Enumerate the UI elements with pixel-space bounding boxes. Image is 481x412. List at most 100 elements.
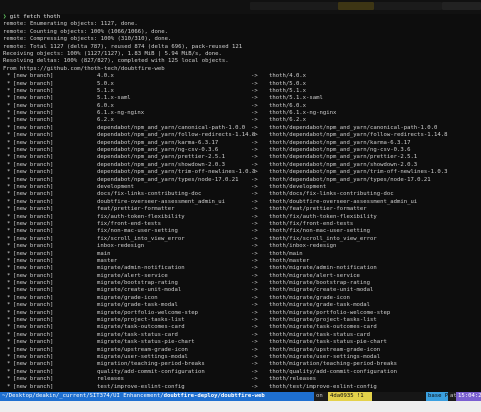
ref-kind: [new branch] [13, 220, 54, 227]
ref-source: fix/scroll_into_view_error [97, 235, 185, 242]
top-tab[interactable] [442, 2, 481, 10]
ref-destination: thoth/migrate/upstream-grade-icon [269, 346, 381, 353]
ref-star: * [7, 376, 11, 383]
ref-destination: thoth/fix/auth-token-flexibility [269, 213, 377, 220]
prompt-symbol: ❯ [3, 14, 7, 20]
ref-kind: [new branch] [13, 361, 54, 368]
ref-kind: [new branch] [13, 339, 54, 346]
ref-kind: [new branch] [13, 294, 54, 301]
ref-row: * [new branch] 4.0.x -> thoth/4.0.x [3, 73, 479, 80]
ref-destination: thoth/migration/teaching-period-breaks [269, 361, 397, 368]
ref-row: * [new branch] migrate/grade-task-modal -> t… [3, 302, 479, 309]
ref-row: * [new branch] quality/add-commit-configur… [3, 369, 479, 376]
ref-source: fix/front-end-tests [97, 220, 161, 227]
ref-source: doubtfire-overseer-assessment_admin_ui [97, 198, 225, 205]
ref-kind: [new branch] [13, 191, 54, 198]
ref-source: migrate/alert-service [97, 272, 168, 279]
ref-star: * [7, 206, 11, 213]
ref-destination: thoth/migrate/portfolio-welcome-step [269, 309, 391, 316]
ref-star: * [7, 317, 11, 324]
output-line: remote: Total 1127 (delta 787), reused 8… [3, 43, 243, 50]
ref-destination: thoth/migrate/create-unit-modal [269, 287, 374, 294]
ref-source: migrate/project-tasks-list [97, 317, 185, 324]
ref-row: * [new branch] dependabot/npm_and_yarn/typ… [3, 177, 479, 184]
ref-star: * [7, 361, 11, 368]
ref-row: * [new branch] 6.2.x -> thoth/6.2.x [3, 117, 479, 124]
ref-arrow: -> [251, 117, 258, 124]
ref-arrow: -> [251, 383, 258, 390]
ref-arrow: -> [251, 102, 258, 109]
ref-source: migrate/grade-task-modal [97, 302, 178, 309]
ref-kind: [new branch] [13, 161, 54, 168]
ref-row: * [new branch] dependabot/npm_and_yarn/pre… [3, 154, 479, 161]
ref-kind: [new branch] [13, 117, 54, 124]
ref-destination: thoth/development [269, 183, 327, 190]
ref-row: * [new branch] migrate/upstream-grade-icon… [3, 347, 479, 354]
ref-destination: thoth/5.1.x [269, 87, 307, 94]
ref-source: fix/non-mac-user-setting [97, 228, 178, 235]
ref-arrow: -> [251, 161, 258, 168]
ref-source: migrate/task-status-card [97, 331, 178, 338]
output-line: From https://github.com/thoth-tech/doubt… [3, 65, 165, 72]
output-line: remote: Counting objects: 100% (1066/106… [3, 28, 169, 35]
ref-destination: thoth/master [269, 257, 310, 264]
ref-row: * [new branch] dependabot/npm_and_yarn/sho… [3, 162, 479, 169]
ref-star: * [7, 117, 11, 124]
ref-row: * [new branch] dependabot/npm_and_yarn/fol… [3, 132, 479, 139]
ref-list: * [new branch] 4.0.x -> thoth/4.0.x * [new bra… [3, 73, 479, 391]
ref-star: * [7, 161, 11, 168]
ref-destination: thoth/migrate/user-settings-modal [269, 353, 381, 360]
top-tab[interactable] [374, 2, 442, 10]
terminal-window[interactable]: ❯ git fetch thoth remote: Enumerating ob… [0, 0, 481, 412]
output-line: Resolving deltas: 100% (827/827), comple… [3, 58, 229, 65]
at-label: at [448, 392, 457, 401]
ref-arrow: -> [251, 309, 258, 316]
ref-source: migrate/task-outcomes-card [97, 324, 185, 331]
ref-destination: thoth/migrate/task-status-pie-chart [269, 339, 387, 346]
ref-source: dependabot/npm_and_yarn/ng-csv-0.3.6 [97, 147, 219, 154]
ref-source: development [97, 183, 135, 190]
ref-kind: [new branch] [13, 317, 54, 324]
ref-arrow: -> [251, 228, 258, 235]
ref-arrow: -> [251, 183, 258, 190]
ref-destination: thoth/fix/scroll_into_view_error [269, 235, 377, 242]
ref-source: 5.0.x [97, 80, 114, 87]
ref-row: * [new branch] dependabot/npm_and_yarn/can… [3, 125, 479, 132]
output-line: Receiving objects: 100% (1127/1127), 1.8… [3, 50, 222, 57]
ref-row: * [new branch] master -> thoth/master [3, 258, 479, 265]
ref-kind: [new branch] [13, 213, 54, 220]
ref-arrow: -> [251, 317, 258, 324]
ref-row: * [new branch] migrate/portfolio-welcome-s… [3, 310, 479, 317]
ref-destination: thoth/5.1.x-saml [269, 95, 323, 102]
ref-arrow: -> [251, 169, 258, 176]
ref-source: migrate/portfolio-welcome-step [97, 309, 199, 316]
ref-destination: thoth/migrate/task-outcomes-card [269, 324, 377, 331]
top-tab[interactable] [250, 2, 338, 10]
top-tab[interactable] [338, 2, 374, 10]
ref-row: * [new branch] dependabot/npm_and_yarn/tri… [3, 169, 479, 176]
ref-star: * [7, 213, 11, 220]
ref-kind: [new branch] [13, 110, 54, 117]
ref-source: dependabot/npm_and_yarn/showdown-2.0.3 [97, 161, 225, 168]
ref-star: * [7, 272, 11, 279]
ref-row: * [new branch] migrate/task-outcomes-card -… [3, 324, 479, 331]
ref-destination: thoth/releases [269, 376, 317, 383]
ref-kind: [new branch] [13, 272, 54, 279]
terminal-output: ❯ git fetch thoth remote: Enumerating ob… [3, 14, 479, 391]
ref-star: * [7, 154, 11, 161]
ref-destination: thoth/migrate/project-tasks-list [269, 317, 377, 324]
ref-destination: thoth/6.0.x [269, 102, 307, 109]
ref-source: 6.0.x [97, 102, 114, 109]
ref-star: * [7, 220, 11, 227]
ref-destination: thoth/dependabot/npm_and_yarn/prettier-2… [269, 154, 418, 161]
command-line: ❯ git fetch thoth [3, 14, 479, 21]
ref-destination: thoth/migrate/bootstrap-rating [269, 280, 371, 287]
ref-arrow: -> [251, 73, 258, 80]
python-env-segment: base Py [426, 392, 452, 401]
path-segment: ~/Desktop/deakin/_current/SIT374/UI Enha… [0, 392, 314, 401]
ref-source: migrate/create-unit-modal [97, 287, 182, 294]
ref-arrow: -> [251, 257, 258, 264]
ref-kind: [new branch] [13, 102, 54, 109]
ref-destination: thoth/migrate/task-status-card [269, 331, 371, 338]
ref-star: * [7, 228, 11, 235]
